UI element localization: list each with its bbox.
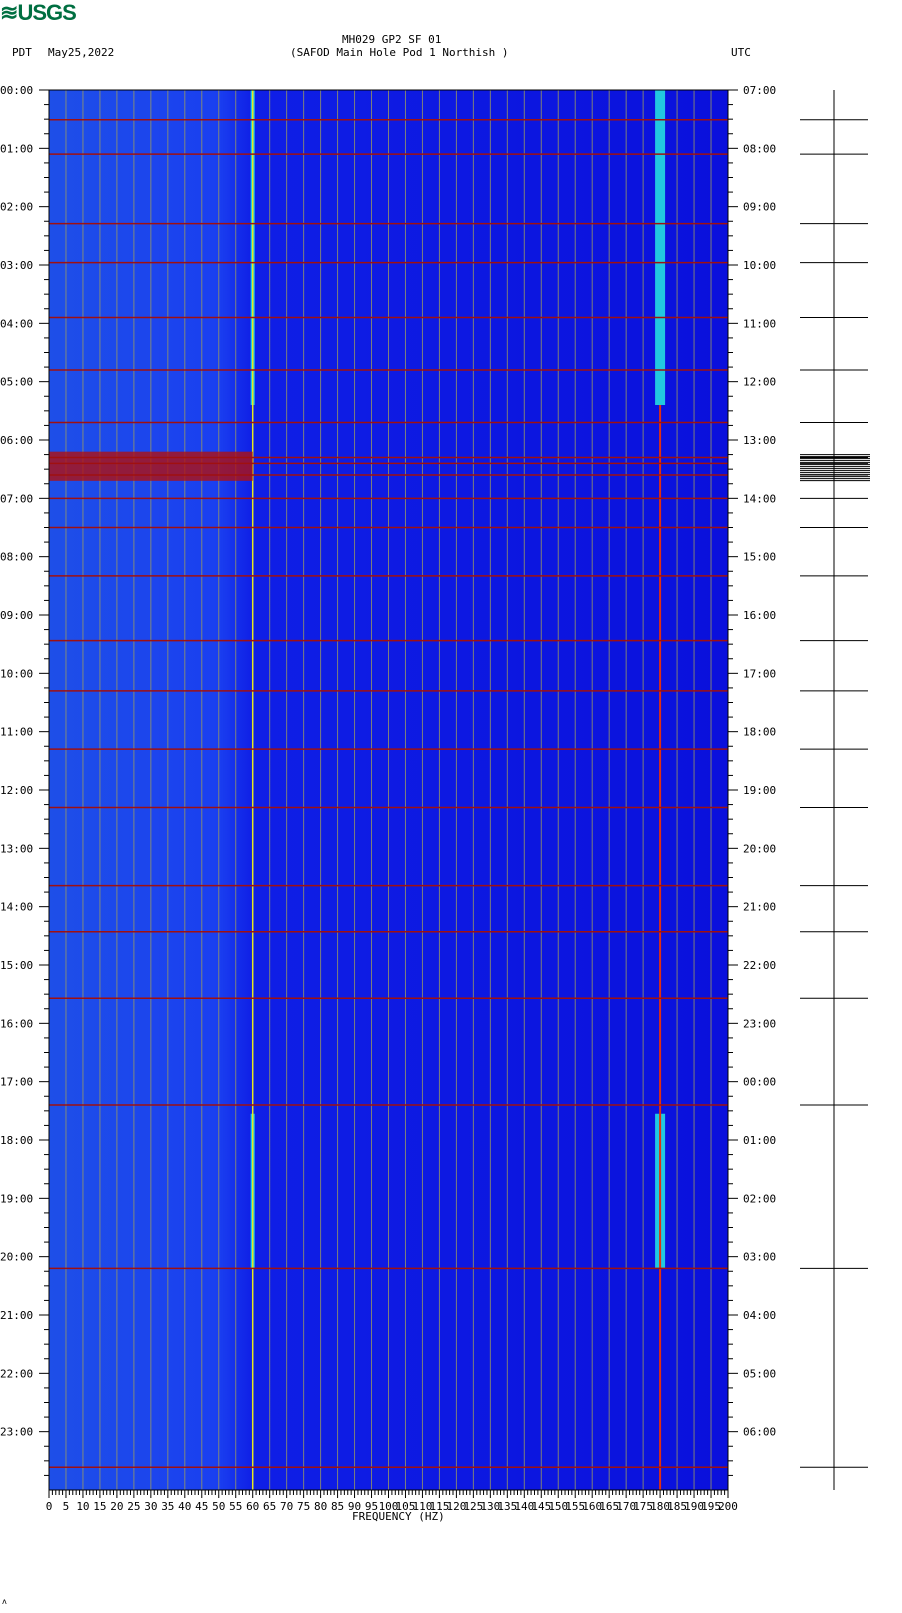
y-left-label: 11:00	[0, 726, 33, 739]
x-tick-label: 30	[144, 1500, 157, 1513]
y-right-label: 03:00	[743, 1251, 776, 1264]
x-tick-label: 5	[63, 1500, 70, 1513]
y-left-label: 03:00	[0, 259, 33, 272]
x-tick-label: 95	[365, 1500, 378, 1513]
y-right-label: 18:00	[743, 726, 776, 739]
y-left-label: 07:00	[0, 492, 33, 505]
y-right-label: 23:00	[743, 1017, 776, 1030]
y-right-label: 06:00	[743, 1426, 776, 1439]
y-right-label: 17:00	[743, 667, 776, 680]
y-left-label: 05:00	[0, 376, 33, 389]
x-tick-label: 70	[280, 1500, 293, 1513]
x-tick-label: 15	[93, 1500, 106, 1513]
y-right-label: 05:00	[743, 1367, 776, 1380]
x-tick-label: 65	[263, 1500, 276, 1513]
x-tick-label: 200	[718, 1500, 738, 1513]
y-left-label: 13:00	[0, 842, 33, 855]
y-right-label: 09:00	[743, 201, 776, 214]
y-left-label: 04:00	[0, 317, 33, 330]
y-left-label: 16:00	[0, 1017, 33, 1030]
x-tick-label: 85	[331, 1500, 344, 1513]
y-left-label: 19:00	[0, 1192, 33, 1205]
x-tick-label: 40	[178, 1500, 191, 1513]
y-right-label: 14:00	[743, 492, 776, 505]
x-tick-label: 60	[246, 1500, 259, 1513]
y-right-label: 19:00	[743, 784, 776, 797]
y-left-label: 23:00	[0, 1426, 33, 1439]
tonal-band	[655, 90, 666, 405]
y-left-label: 20:00	[0, 1251, 33, 1264]
y-right-label: 00:00	[743, 1076, 776, 1089]
x-tick-label: 35	[161, 1500, 174, 1513]
y-right-label: 07:00	[743, 84, 776, 97]
event-energy	[49, 451, 253, 481]
x-tick-label: 10	[76, 1500, 89, 1513]
y-left-label: 09:00	[0, 609, 33, 622]
spectrogram: 0 5 10 15 20 25 30 35 40 45 50 55 60 65 70 75 80 85 90 95 10…	[0, 84, 870, 1513]
y-left-label: 01:00	[0, 142, 33, 155]
y-right-label: 20:00	[743, 842, 776, 855]
y-left-label: 14:00	[0, 901, 33, 914]
y-right-label: 15:00	[743, 551, 776, 564]
y-left-label: 18:00	[0, 1134, 33, 1147]
x-tick-label: 75	[297, 1500, 310, 1513]
y-left-label: 17:00	[0, 1076, 33, 1089]
y-right-label: 10:00	[743, 259, 776, 272]
y-right-label: 12:00	[743, 376, 776, 389]
x-tick-label: 50	[212, 1500, 225, 1513]
y-right-label: 01:00	[743, 1134, 776, 1147]
y-right-label: 16:00	[743, 609, 776, 622]
x-tick-label: 20	[110, 1500, 123, 1513]
y-right-label: 21:00	[743, 901, 776, 914]
x-tick-label: 80	[314, 1500, 327, 1513]
y-right-label: 11:00	[743, 317, 776, 330]
y-left-label: 00:00	[0, 84, 33, 97]
y-left-label: 06:00	[0, 434, 33, 447]
y-left-label: 02:00	[0, 201, 33, 214]
y-left-label: 12:00	[0, 784, 33, 797]
x-tick-label: 90	[348, 1500, 361, 1513]
y-left-label: 08:00	[0, 551, 33, 564]
y-left-label: 10:00	[0, 667, 33, 680]
y-right-label: 02:00	[743, 1192, 776, 1205]
x-tick-label: 45	[195, 1500, 208, 1513]
y-right-label: 04:00	[743, 1309, 776, 1322]
y-left-label: 22:00	[0, 1367, 33, 1380]
y-right-label: 08:00	[743, 142, 776, 155]
x-tick-label: 25	[127, 1500, 140, 1513]
y-left-label: 15:00	[0, 959, 33, 972]
y-right-label: 13:00	[743, 434, 776, 447]
x-tick-label: 55	[229, 1500, 242, 1513]
y-left-label: 21:00	[0, 1309, 33, 1322]
y-right-label: 22:00	[743, 959, 776, 972]
x-tick-label: 0	[46, 1500, 53, 1513]
